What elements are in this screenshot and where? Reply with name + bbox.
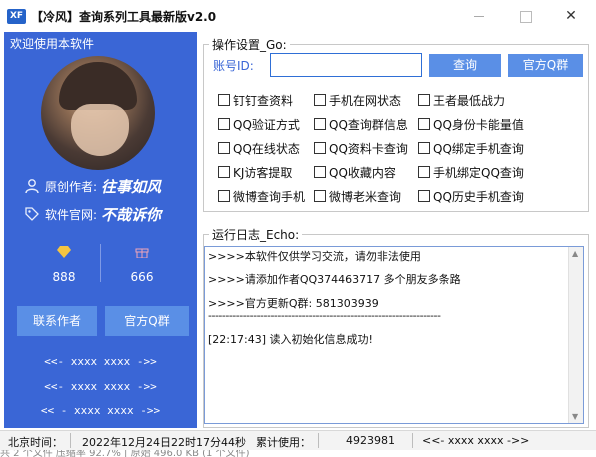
qgroup-button[interactable]: 官方Q群 xyxy=(508,54,583,77)
checkbox-box[interactable] xyxy=(218,166,230,178)
log-textarea[interactable]: >>>>本软件仅供学习交流，请勿非法使用 >>>>请添加作者QQ37446371… xyxy=(204,246,584,424)
log-line: >>>>请添加作者QQ374463717 多个朋友多条路 xyxy=(208,273,461,286)
checkbox-label: QQ查询群信息 xyxy=(329,117,408,132)
status-bar: 北京时间： 2022年12月24日22时17分44秒 累计使用： 4923981… xyxy=(0,430,596,450)
checkbox-honor-power[interactable]: 王者最低战力 xyxy=(418,91,505,109)
avatar xyxy=(41,56,155,170)
stat-gift: 666 xyxy=(112,244,172,284)
time-value: 2022年12月24日22时17分44秒 xyxy=(82,436,246,449)
background-window-strip: 共 2 个文件 压缩率 92.7% | 原始 496.0 KB (1 个文件) xyxy=(0,450,596,457)
checkbox-box[interactable] xyxy=(418,94,430,106)
checkbox-box[interactable] xyxy=(218,118,230,130)
checkbox-box[interactable] xyxy=(314,118,326,130)
tag-icon xyxy=(24,206,40,222)
checkbox-box[interactable] xyxy=(418,118,430,130)
user-icon xyxy=(24,178,40,194)
checkbox-box[interactable] xyxy=(418,190,430,202)
official-group-button[interactable]: 官方Q群 xyxy=(105,306,189,336)
checkbox-box[interactable] xyxy=(418,166,430,178)
status-separator xyxy=(70,433,71,448)
checkbox-box[interactable] xyxy=(218,94,230,106)
account-id-label: 账号ID: xyxy=(213,59,254,73)
sidebar: 欢迎使用本软件 原创作者: 往事如风 软件官网: 不哉诉你 888 666 联系… xyxy=(4,32,197,428)
time-label: 北京时间： xyxy=(8,436,63,449)
stat-diamond-value: 888 xyxy=(52,270,76,284)
maximize-button[interactable] xyxy=(502,0,548,32)
status-separator xyxy=(318,433,319,448)
sidebar-link-2[interactable]: <<- xxxx xxxx ->> xyxy=(4,380,197,393)
app-logo-icon: XF xyxy=(7,9,26,24)
checkbox-kj-visitor[interactable]: KJ访客提取 xyxy=(218,163,292,181)
checkbox-label: QQ绑定手机查询 xyxy=(433,141,524,156)
checkbox-qq-history-phone[interactable]: QQ历史手机查询 xyxy=(418,187,524,205)
checkbox-qq-id-energy[interactable]: QQ身份卡能量值 xyxy=(418,115,524,133)
contact-author-button[interactable]: 联系作者 xyxy=(17,306,97,336)
welcome-text: 欢迎使用本软件 xyxy=(10,37,95,51)
stat-diamond: 888 xyxy=(34,244,94,284)
stat-gift-value: 666 xyxy=(130,270,154,284)
checkbox-qq-online[interactable]: QQ在线状态 xyxy=(218,139,300,157)
checkbox-label: 王者最低战力 xyxy=(433,93,506,108)
minimize-button[interactable] xyxy=(456,0,502,32)
checkbox-box[interactable] xyxy=(314,94,326,106)
checkbox-box[interactable] xyxy=(314,142,326,154)
author-label: 原创作者: xyxy=(45,179,98,194)
status-separator xyxy=(412,433,413,448)
author-value: 往事如风 xyxy=(101,177,162,196)
stat-divider xyxy=(100,244,101,282)
checkbox-box[interactable] xyxy=(314,166,326,178)
checkbox-weibo-laomi[interactable]: 微博老米查询 xyxy=(314,187,401,205)
checkbox-phone-status[interactable]: 手机在网状态 xyxy=(314,91,401,109)
checkbox-label: 钉钉查资料 xyxy=(233,93,294,108)
checkbox-label: QQ历史手机查询 xyxy=(433,189,524,204)
checkbox-label: KJ访客提取 xyxy=(233,165,293,180)
operations-title: 操作设置_Go: xyxy=(209,36,290,53)
scroll-up-icon[interactable]: ▲ xyxy=(572,249,578,258)
close-button[interactable]: ✕ xyxy=(548,0,594,32)
checkbox-qq-favorites[interactable]: QQ收藏内容 xyxy=(314,163,396,181)
status-link[interactable]: <<- xxxx xxxx ->> xyxy=(422,434,529,447)
checkbox-qq-group-info[interactable]: QQ查询群信息 xyxy=(314,115,408,133)
checkbox-label: QQ验证方式 xyxy=(233,117,300,132)
checkbox-phone-bound-qq[interactable]: 手机绑定QQ查询 xyxy=(418,163,524,181)
checkbox-qq-profile[interactable]: QQ资料卡查询 xyxy=(314,139,408,157)
title-bar[interactable]: XF 【冷风】查询系列工具最新版v2.0 ✕ xyxy=(0,0,596,32)
checkbox-qq-bound-phone[interactable]: QQ绑定手机查询 xyxy=(418,139,524,157)
checkbox-label: QQ资料卡查询 xyxy=(329,141,408,156)
log-title: 运行日志_Echo: xyxy=(209,226,303,243)
checkbox-box[interactable] xyxy=(418,142,430,154)
diamond-icon xyxy=(34,244,94,264)
log-scrollbar[interactable]: ▲ ▼ xyxy=(568,247,583,423)
log-separator: ----------------------------------------… xyxy=(208,309,441,322)
checkbox-label: QQ在线状态 xyxy=(233,141,300,156)
usage-label: 累计使用： xyxy=(256,436,311,449)
gift-icon xyxy=(112,244,172,264)
checkbox-box[interactable] xyxy=(218,142,230,154)
checkbox-box[interactable] xyxy=(314,190,326,202)
log-line: [22:17:43] 读入初始化信息成功! xyxy=(208,333,373,346)
checkbox-label: 微博老米查询 xyxy=(329,189,402,204)
sidebar-link-3[interactable]: << - xxxx xxxx ->> xyxy=(4,404,197,417)
site-label: 软件官网: xyxy=(45,207,98,222)
checkbox-box[interactable] xyxy=(218,190,230,202)
checkbox-weibo-phone[interactable]: 微博查询手机 xyxy=(218,187,305,205)
checkbox-label: 手机绑定QQ查询 xyxy=(433,165,524,180)
checkbox-label: QQ收藏内容 xyxy=(329,165,396,180)
checkbox-qq-verify[interactable]: QQ验证方式 xyxy=(218,115,300,133)
site-row: 软件官网: 不哉诉你 xyxy=(24,204,161,224)
site-value: 不哉诉你 xyxy=(101,205,162,224)
checkbox-dingtalk[interactable]: 钉钉查资料 xyxy=(218,91,293,109)
window-title: 【冷风】查询系列工具最新版v2.0 xyxy=(31,10,217,24)
author-row: 原创作者: 往事如风 xyxy=(24,176,161,196)
log-line: >>>>本软件仅供学习交流，请勿非法使用 xyxy=(208,250,421,263)
sidebar-link-1[interactable]: <<- xxxx xxxx ->> xyxy=(4,355,197,368)
usage-value: 4923981 xyxy=(346,434,395,447)
scroll-down-icon[interactable]: ▼ xyxy=(572,412,578,421)
checkbox-label: 微博查询手机 xyxy=(233,189,306,204)
checkbox-label: QQ身份卡能量值 xyxy=(433,117,524,132)
query-button[interactable]: 查询 xyxy=(429,54,501,77)
checkbox-label: 手机在网状态 xyxy=(329,93,402,108)
account-id-input[interactable] xyxy=(270,53,422,77)
